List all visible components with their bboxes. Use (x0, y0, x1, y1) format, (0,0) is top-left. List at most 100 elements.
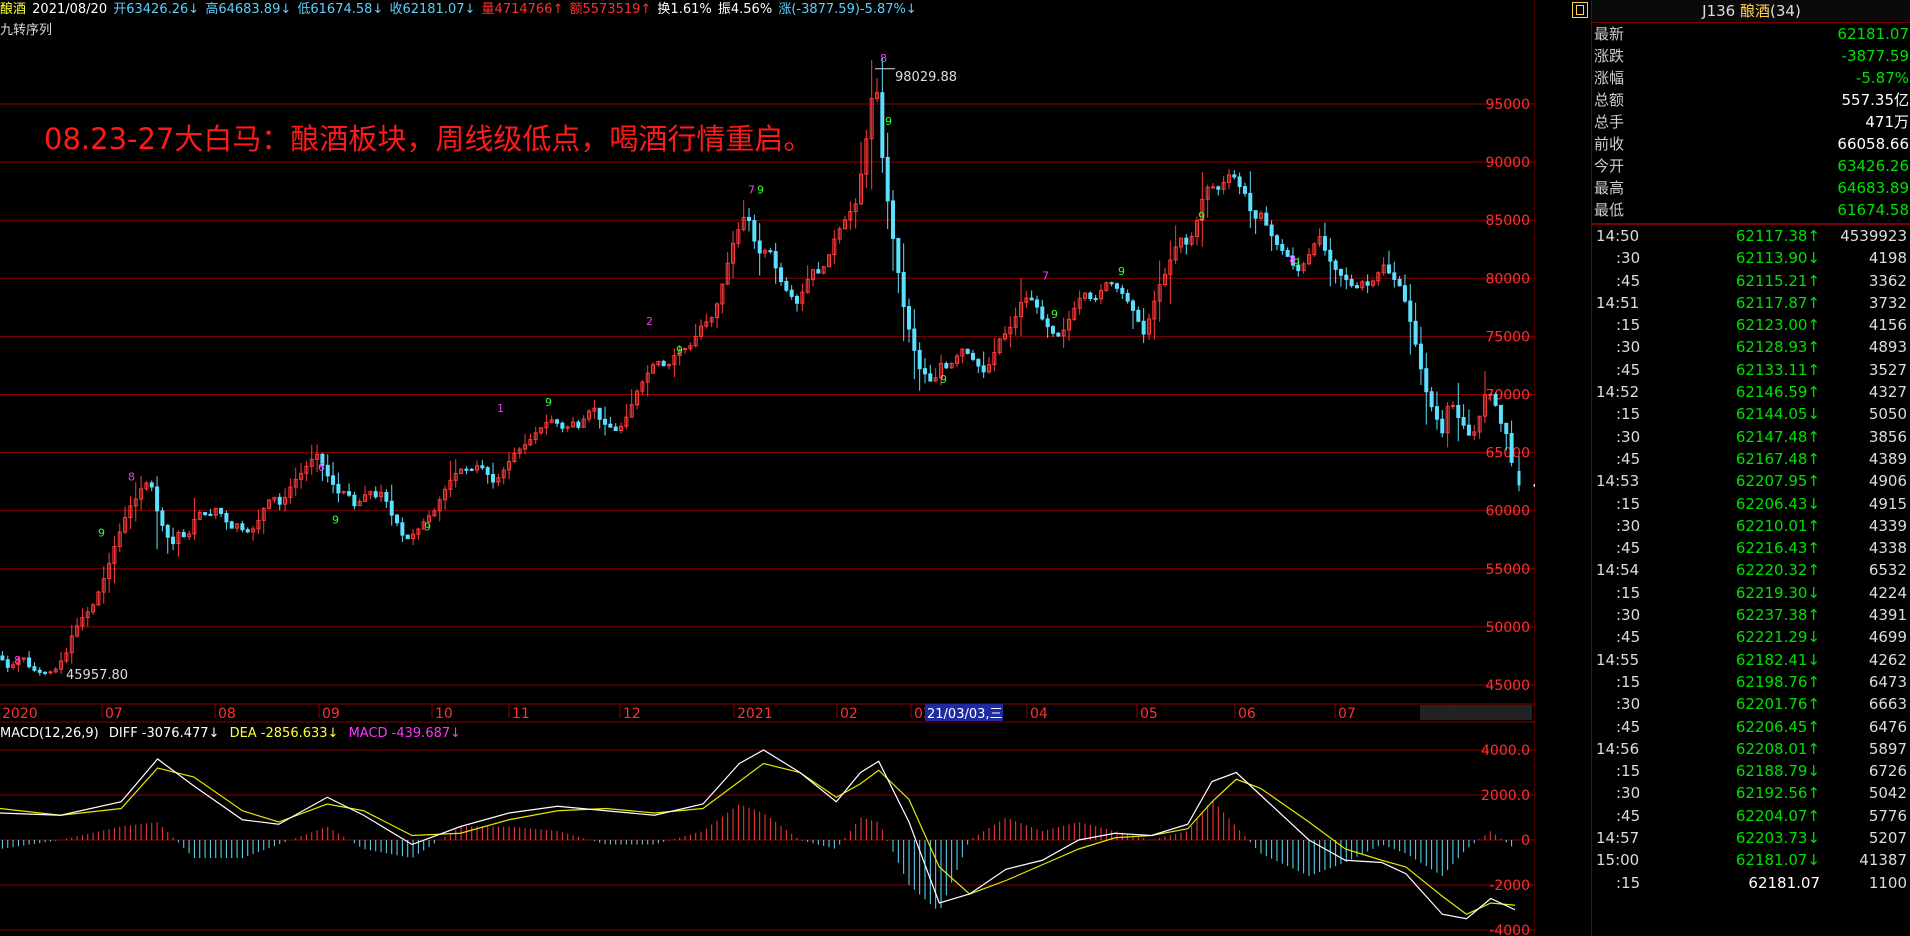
panel-name: 酿酒 (1740, 2, 1771, 20)
price-axis-label: 65000 (1485, 446, 1530, 462)
quote-label: 今开 (1594, 157, 1625, 175)
tick-time: :15 (1616, 405, 1641, 424)
candle-body (976, 358, 981, 367)
candle-body (331, 475, 336, 485)
candle-body (1509, 433, 1514, 463)
candle-body (1328, 249, 1333, 262)
tick-row[interactable]: :15 62219.30↓ 4224 (1592, 582, 1910, 604)
tick-row[interactable]: :15 62188.79↓ 6726 (1592, 760, 1910, 782)
kline-chart-area[interactable]: 95000 90000 85000 80000 75000 70000 65000 60000… (0, 0, 1535, 936)
date-axis-label: 08 (218, 706, 236, 722)
candle-body (944, 363, 949, 369)
candle-body (400, 522, 405, 536)
tick-row[interactable]: :15 62123.00↑ 4156 (1592, 314, 1910, 336)
candle-body (1429, 391, 1434, 408)
tick-row[interactable]: :30 62113.90↓ 4198 (1592, 247, 1910, 269)
tick-row[interactable]: 14:51 62117.87↑ 3732 (1592, 292, 1910, 314)
date-axis-label: 07 (105, 706, 123, 722)
tick-time: 14:56 (1596, 739, 1640, 758)
tick-row[interactable]: 14:50 62117.38↑ 4539923 (1592, 225, 1910, 247)
tick-row[interactable]: :45 62115.21↑ 3362 (1592, 270, 1910, 292)
candle-body (1517, 470, 1521, 486)
candle-body (1280, 243, 1285, 251)
candle-body (203, 512, 208, 515)
tick-price: 62117.87↑ (1735, 293, 1820, 312)
tick-row[interactable]: 15:00 62181.07↓ 41387 (1592, 849, 1910, 871)
date-axis-label: 12 (623, 706, 641, 722)
nine-turn-marker: 9 (1118, 265, 1125, 278)
indicator-name: 九转序列 (0, 23, 53, 38)
tick-row[interactable]: 14:54 62220.32↑ 6532 (1592, 559, 1910, 581)
tick-row[interactable]: :30 62210.01↑ 4339 (1592, 515, 1910, 537)
amplitude-value: 振4.56% (717, 2, 773, 17)
candle-body (5, 659, 10, 668)
tick-row[interactable]: :45 62216.43↑ 4338 (1592, 537, 1910, 559)
candle-body (1424, 368, 1429, 393)
tick-row[interactable]: :30 62128.93↑ 4893 (1592, 336, 1910, 358)
tick-time: :45 (1616, 628, 1641, 647)
tick-row[interactable]: :30 62147.48↑ 3856 (1592, 426, 1910, 448)
price-axis-label: 95000 (1485, 97, 1530, 113)
macd-axis-label: 4000.0 (1481, 743, 1530, 759)
tick-row[interactable]: :45 62133.11↑ 3527 (1592, 359, 1910, 381)
tick-row[interactable]: :30 62201.76↑ 6663 (1592, 693, 1910, 715)
tick-row[interactable]: :15 62144.05↓ 5050 (1592, 403, 1910, 425)
tick-row[interactable]: :45 62167.48↑ 4389 (1592, 448, 1910, 470)
macd-value: MACD -439.687↓ (348, 726, 462, 741)
candle-body (155, 486, 160, 512)
macd-header: MACD(12,26,9) DIFF -3076.477↓ DEA -2856.… (0, 725, 467, 743)
price-axis-label: 90000 (1485, 155, 1530, 171)
candle-body (1413, 320, 1418, 345)
tick-row[interactable]: :15 62198.76↑ 6473 (1592, 671, 1910, 693)
candle-body (1349, 278, 1354, 287)
tick-row[interactable]: 14:57 62203.73↓ 5207 (1592, 827, 1910, 849)
tick-volume: 3362 (1868, 271, 1907, 290)
high-price-label: 98029.88 (895, 70, 957, 85)
candle-body (347, 491, 352, 496)
low-value: 低61674.58↓ (297, 2, 384, 17)
tick-row[interactable]: :45 62206.45↑ 6476 (1592, 716, 1910, 738)
tick-row[interactable]: :15 62206.43↓ 4915 (1592, 493, 1910, 515)
quote-panel: J136 酿酒(34) 最新 62181.07 涨跌 -3877.59 涨幅 -5.87%… (1591, 0, 1910, 936)
tick-list[interactable]: 14:50 62117.38↑ 4539923:30 62113.90↓ 4198:45… (1592, 225, 1910, 894)
tick-row[interactable]: 14:52 62146.59↑ 4327 (1592, 381, 1910, 403)
candle-body (912, 328, 917, 351)
quote-value: 61674.58 (1837, 201, 1909, 219)
tick-row[interactable]: 14:53 62207.95↑ 4906 (1592, 470, 1910, 492)
tick-row[interactable]: :30 62237.38↑ 4391 (1592, 604, 1910, 626)
candle-body (789, 289, 794, 297)
dea-line (0, 762, 1516, 915)
tick-price: 62198.76↑ (1735, 672, 1820, 691)
panel-toggle-icon[interactable] (1572, 2, 1588, 18)
price-axis-label: 45000 (1485, 678, 1530, 694)
nine-turn-marker: 9 (1051, 308, 1058, 321)
volume-value: 量4714766↑ (481, 2, 564, 17)
candle-body (608, 423, 613, 428)
tick-row[interactable]: :15 62181.07 1100 (1592, 872, 1910, 894)
tick-price: 62207.95↑ (1735, 472, 1820, 491)
candle-body (922, 368, 927, 375)
price-axis-label: 85000 (1485, 213, 1530, 229)
chart-annotation: 08.23-27大白马：酿酒板块，周线级低点，喝酒行情重启。 (44, 122, 813, 156)
tick-row[interactable]: :45 62204.07↑ 5776 (1592, 805, 1910, 827)
candle-body (603, 418, 608, 425)
candle-body (1040, 306, 1045, 320)
candle-body (395, 514, 400, 524)
candle-body (224, 512, 229, 523)
tick-row[interactable]: 14:55 62182.41↓ 4262 (1592, 649, 1910, 671)
tick-row[interactable]: :45 62221.29↓ 4699 (1592, 626, 1910, 648)
macd-axis-label: 2000.0 (1481, 788, 1530, 804)
candle-body (965, 348, 970, 354)
tick-time: :45 (1616, 806, 1641, 825)
candle-body (1242, 186, 1247, 194)
tick-volume: 4915 (1868, 494, 1907, 513)
candle-body (784, 280, 789, 291)
tick-row[interactable]: 14:56 62208.01↑ 5897 (1592, 738, 1910, 760)
change-value: 涨(-3877.59)-5.87%↓ (778, 2, 917, 17)
candle-body (613, 426, 618, 432)
panel-count: (34) (1770, 2, 1801, 20)
tick-volume: 4339 (1868, 516, 1907, 535)
tick-price: 62128.93↑ (1735, 338, 1820, 357)
tick-row[interactable]: :30 62192.56↑ 5042 (1592, 782, 1910, 804)
tick-volume: 5207 (1868, 829, 1907, 848)
